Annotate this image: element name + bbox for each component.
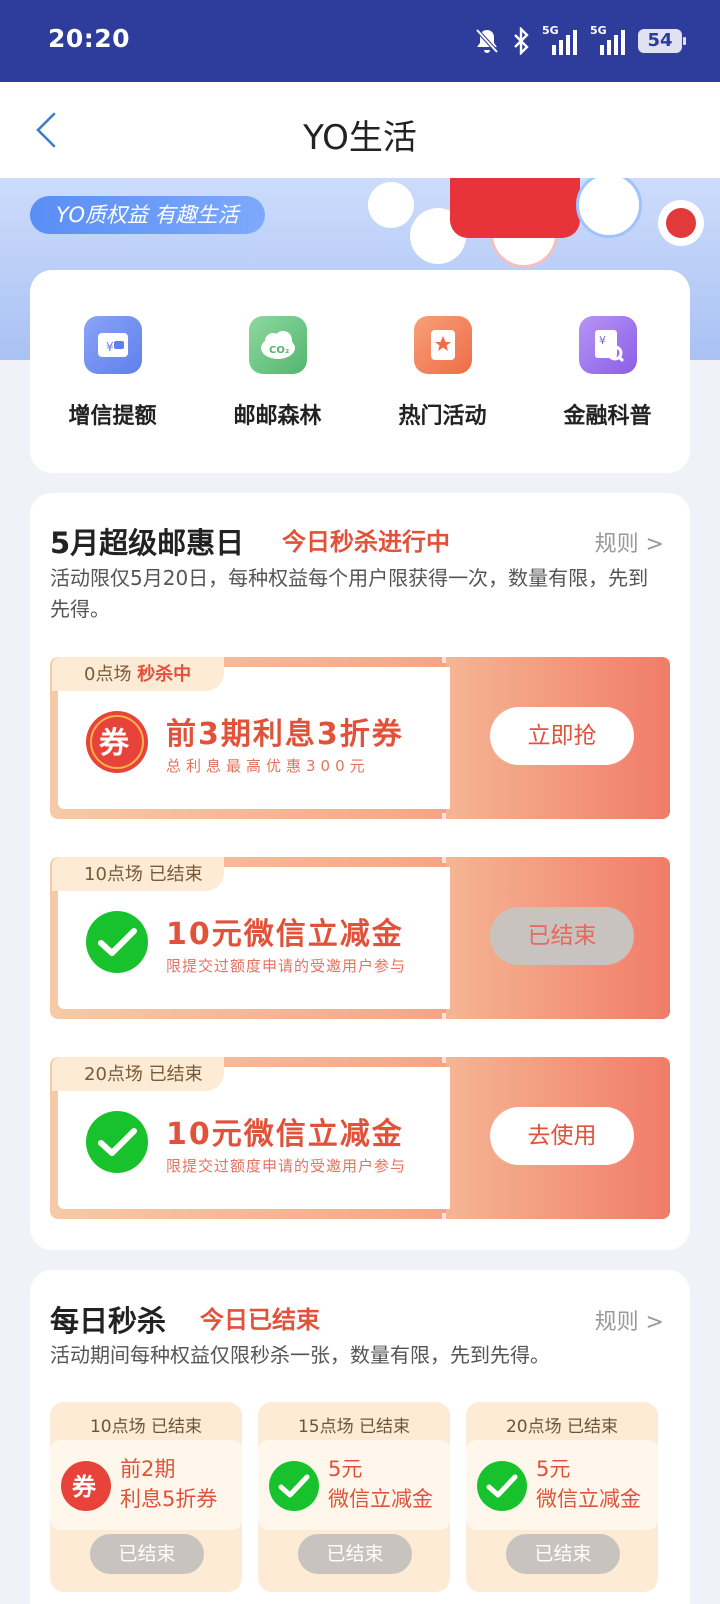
- finance-doc-icon: ¥: [578, 316, 637, 374]
- section-title: 每日秒杀: [50, 1304, 167, 1338]
- coupon-card: 10点场 已结束 10元微信立减金 限提交过额度申请的受邀用户参与 已结束: [50, 857, 670, 1019]
- wallet-icon: ¥: [83, 316, 142, 374]
- battery-icon: 54: [638, 29, 686, 53]
- flash-item-session: 10点场 已结束: [89, 1417, 203, 1437]
- use-button[interactable]: 去使用: [490, 1107, 634, 1165]
- rules-link[interactable]: 规则 >: [595, 1304, 664, 1336]
- coupon-title: 10元微信立减金: [166, 1117, 404, 1152]
- flash-item-text: 5元 微信立减金: [328, 1457, 433, 1511]
- flash-item: 10点场 已结束 券 前2期 利息5折券 已结束: [50, 1402, 242, 1592]
- coupon-icon: 券: [86, 711, 148, 773]
- quick-menu-item[interactable]: CO₂ 邮邮森林: [208, 316, 348, 473]
- flash-item: 15点场 已结束 5元 微信立减金 已结束: [258, 1402, 450, 1592]
- flash-item-text: 5元 微信立减金: [536, 1457, 641, 1511]
- section-description: 活动限仅5月20日，每种权益每个用户限获得一次，数量有限，先到先得。: [50, 566, 649, 621]
- ended-button[interactable]: 已结束: [506, 1534, 620, 1574]
- co2-cloud-icon: CO₂: [248, 316, 307, 374]
- quick-menu-label: 金融科普: [563, 404, 652, 429]
- mute-bell-icon: [475, 28, 499, 54]
- super-day-section: 5月超级邮惠日 今日秒杀进行中 规则 > 活动限仅5月20日，每种权益每个用户限…: [30, 493, 690, 1250]
- section-status: 今日秒杀进行中: [282, 528, 450, 556]
- svg-text:¥: ¥: [599, 334, 606, 347]
- banner-slogan: YO质权益 有趣生活: [30, 196, 265, 234]
- banner-deco-circle: [368, 182, 414, 228]
- quick-menu-label: 增信提额: [68, 404, 157, 429]
- flash-item: 20点场 已结束 5元 微信立减金 已结束: [466, 1402, 658, 1592]
- status-time: 20:20: [48, 24, 131, 53]
- flash-item-session: 20点场 已结束: [505, 1417, 619, 1437]
- coupon-subtitle: 限提交过额度申请的受邀用户参与: [166, 1157, 407, 1175]
- coupon-subtitle: 限提交过额度申请的受邀用户参与: [166, 957, 407, 975]
- flash-item-session: 15点场 已结束: [297, 1417, 411, 1437]
- coupon-card: 20点场 已结束 10元微信立减金 限提交过额度申请的受邀用户参与 去使用: [50, 1057, 670, 1219]
- banner-deco-circle: [666, 208, 696, 238]
- wechat-icon: [86, 1111, 148, 1173]
- ended-button[interactable]: 已结束: [490, 907, 634, 965]
- signal-icon-2: 5G: [590, 24, 626, 55]
- banner-deco-redpacket: [450, 178, 580, 238]
- wechat-icon: [86, 911, 148, 973]
- coupon-session-tab: 20点场 已结束: [52, 1057, 224, 1091]
- quick-menu: ¥ 增信提额 CO₂ 邮邮森林 热门活动 ¥ 金融科普: [30, 270, 690, 473]
- rules-link[interactable]: 规则 >: [595, 526, 664, 558]
- coupon-subtitle: 总利息最高优惠300元: [166, 757, 370, 775]
- nav-bar: YO生活: [0, 82, 720, 178]
- section-status: 今日已结束: [200, 1306, 320, 1334]
- star-ticket-icon: [413, 316, 472, 374]
- page-title: YO生活: [303, 118, 417, 158]
- signal-icon: 5G: [542, 24, 578, 55]
- quick-menu-item[interactable]: ¥ 金融科普: [538, 316, 678, 473]
- coupon-card: 0点场 秒杀中 券 前3期利息3折券 总利息最高优惠300元 立即抢: [50, 657, 670, 819]
- coupon-session-tab: 10点场 已结束: [52, 857, 224, 891]
- banner-deco-circle: [576, 178, 642, 238]
- section-description: 活动期间每种权益仅限秒杀一张，数量有限，先到先得。: [50, 1343, 550, 1367]
- quick-menu-item[interactable]: ¥ 增信提额: [43, 316, 183, 473]
- bluetooth-icon: [514, 27, 529, 55]
- quick-menu-label: 邮邮森林: [233, 404, 322, 429]
- ended-button[interactable]: 已结束: [90, 1534, 204, 1574]
- ended-button[interactable]: 已结束: [298, 1534, 412, 1574]
- coupon-session-tab: 0点场 秒杀中: [52, 657, 224, 691]
- svg-text:券: 券: [99, 726, 130, 761]
- quick-menu-label: 热门活动: [398, 404, 487, 429]
- svg-text:CO₂: CO₂: [269, 345, 289, 356]
- section-title: 5月超级邮惠日: [50, 526, 245, 560]
- wechat-icon: [477, 1461, 527, 1511]
- svg-text:券: 券: [72, 1473, 97, 1501]
- quick-menu-item[interactable]: 热门活动: [373, 316, 513, 473]
- wechat-icon: [269, 1461, 319, 1511]
- coupon-title: 10元微信立减金: [166, 917, 404, 952]
- coupon-title: 前3期利息3折券: [166, 717, 404, 752]
- status-bar: 20:20 5G 5G 54: [0, 0, 720, 82]
- status-icons: 5G 5G 54: [474, 24, 686, 58]
- coupon-icon: 券: [61, 1461, 111, 1511]
- grab-now-button[interactable]: 立即抢: [490, 707, 634, 765]
- svg-text:¥: ¥: [106, 340, 114, 354]
- flash-item-text: 前2期 利息5折券: [120, 1457, 218, 1511]
